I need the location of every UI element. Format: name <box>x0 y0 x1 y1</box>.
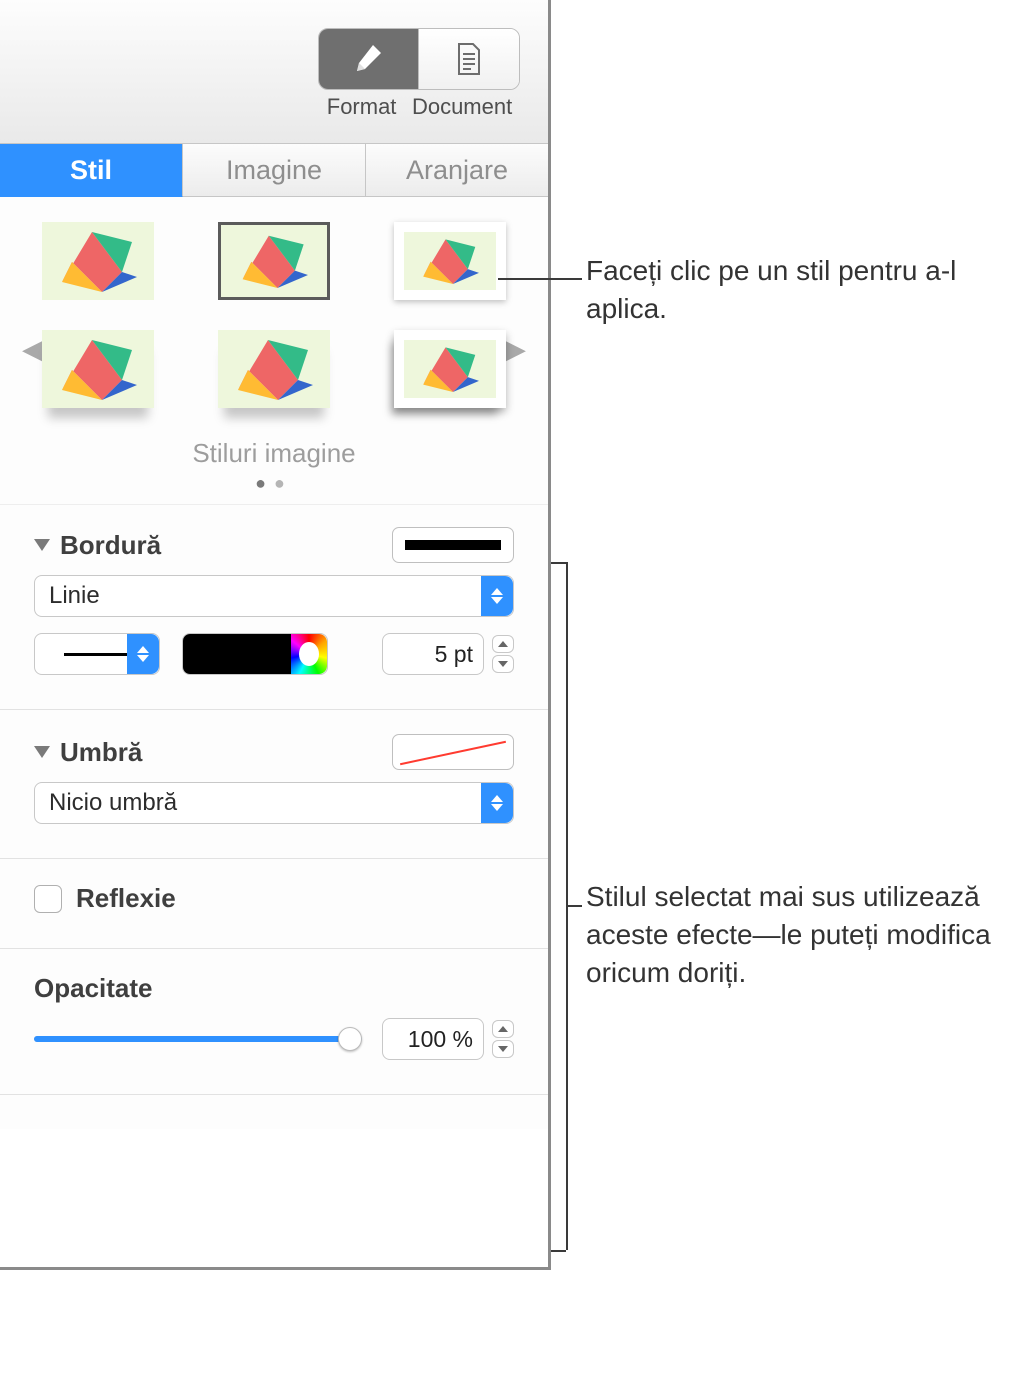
callout-line <box>498 278 582 280</box>
toolbar: Format Document <box>0 0 548 144</box>
gallery-row-1 <box>10 222 538 300</box>
toolbar-labels: Format Document <box>319 94 520 120</box>
gallery-title: Stiluri imagine <box>10 438 538 469</box>
format-sidebar: Format Document Stil Imagine Aranjare ◀ … <box>0 0 551 1270</box>
format-button[interactable] <box>319 29 419 89</box>
line-style-preview <box>64 653 130 656</box>
gallery-next-button[interactable]: ▶ <box>503 332 526 367</box>
document-button[interactable] <box>419 29 519 89</box>
gallery-wrap: ◀ ▶ <box>10 222 538 408</box>
document-icon <box>455 42 483 76</box>
shadow-type-popup[interactable]: Nicio umbră <box>34 782 514 824</box>
border-detail-row: 5 pt <box>34 633 514 675</box>
format-label: Format <box>327 94 397 120</box>
tab-image[interactable]: Imagine <box>183 144 366 197</box>
reflection-row: Reflexie <box>34 883 514 914</box>
brush-icon <box>351 41 387 77</box>
gallery-row-2 <box>10 330 538 408</box>
popup-arrows-icon <box>481 783 513 823</box>
border-type-popup[interactable]: Linie <box>34 575 514 617</box>
shadow-title: Umbră <box>60 737 142 768</box>
separator <box>0 948 548 949</box>
style-thumb[interactable] <box>394 330 506 408</box>
shadow-disclosure[interactable]: Umbră <box>34 737 142 768</box>
shadow-preview-swatch[interactable] <box>392 734 514 770</box>
style-thumb[interactable] <box>42 222 154 300</box>
style-thumb[interactable] <box>218 222 330 300</box>
border-width-input[interactable]: 5 pt <box>382 633 484 675</box>
color-swatch <box>183 634 291 674</box>
popup-arrows-icon <box>481 576 513 616</box>
border-width-stepper[interactable] <box>492 635 514 673</box>
shadow-section-header: Umbră <box>34 734 514 770</box>
shadow-type-value: Nicio umbră <box>49 789 177 817</box>
border-width-field: 5 pt <box>382 633 514 675</box>
border-color-well[interactable] <box>182 633 328 675</box>
stepper-down-button[interactable] <box>492 1040 514 1058</box>
callout-line <box>551 1250 566 1252</box>
opacity-row: 100 % <box>34 1018 514 1060</box>
border-disclosure[interactable]: Bordură <box>34 530 161 561</box>
style-thumb[interactable] <box>42 330 154 408</box>
separator <box>0 858 548 859</box>
chevron-down-icon <box>34 746 50 758</box>
style-thumb[interactable] <box>218 330 330 408</box>
opacity-field: 100 % <box>382 1018 514 1060</box>
border-type-value: Linie <box>49 582 100 610</box>
popup-arrows-icon <box>127 634 159 674</box>
chevron-down-icon <box>34 539 50 551</box>
callout-line <box>551 562 566 564</box>
reflection-checkbox[interactable] <box>34 885 62 913</box>
style-sections: Bordură Linie 5 pt <box>0 505 548 1129</box>
color-wheel-icon[interactable] <box>291 634 327 674</box>
border-section-header: Bordură <box>34 527 514 563</box>
tab-style[interactable]: Stil <box>0 144 183 197</box>
stepper-down-button[interactable] <box>492 655 514 673</box>
style-thumb[interactable] <box>394 222 506 300</box>
document-label: Document <box>412 94 512 120</box>
inspector-tabs: Stil Imagine Aranjare <box>0 144 548 197</box>
opacity-stepper[interactable] <box>492 1020 514 1058</box>
stepper-up-button[interactable] <box>492 635 514 653</box>
border-preview-swatch[interactable] <box>392 527 514 563</box>
callout-line <box>566 905 582 907</box>
line-style-popup[interactable] <box>34 633 160 675</box>
opacity-slider[interactable] <box>34 1027 362 1051</box>
callout-text-styles: Faceți clic pe un stil pentru a-l aplica… <box>586 252 986 328</box>
separator <box>0 709 548 710</box>
border-swatch-line <box>405 540 501 550</box>
opacity-input[interactable]: 100 % <box>382 1018 484 1060</box>
callout-text-effects: Stilul selectat mai sus utilizează acest… <box>586 878 1006 991</box>
stepper-up-button[interactable] <box>492 1020 514 1038</box>
toolbar-segmented <box>318 28 520 90</box>
styles-gallery: ◀ ▶ <box>0 197 548 505</box>
reflection-label: Reflexie <box>76 883 176 914</box>
slider-knob[interactable] <box>338 1027 362 1051</box>
tab-arrange[interactable]: Aranjare <box>366 144 548 197</box>
border-title: Bordură <box>60 530 161 561</box>
opacity-label: Opacitate <box>34 973 514 1004</box>
separator <box>0 1094 548 1095</box>
gallery-page-dots[interactable]: ●● <box>10 473 538 494</box>
